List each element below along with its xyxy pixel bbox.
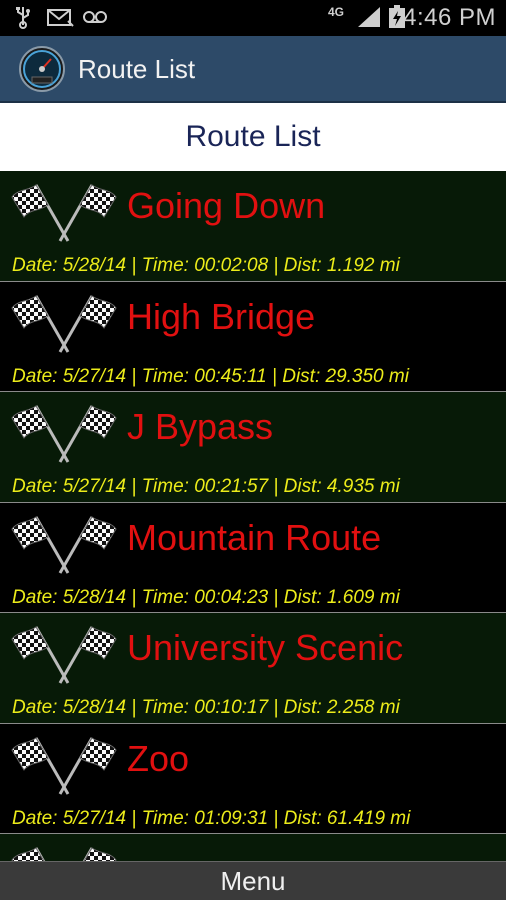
network-4g-icon: 4G (328, 5, 345, 19)
route-meta: Date: 5/28/14 | Time: 00:10:17 | Dist: 2… (12, 697, 400, 718)
route-list[interactable]: Going Down Date: 5/28/14 | Time: 00:02:0… (0, 171, 506, 861)
route-name: Mountain Route (127, 516, 382, 558)
list-item[interactable]: J Bypass Date: 5/27/14 | Time: 00:21:57 … (0, 392, 506, 503)
checkered-flags-icon (10, 513, 118, 575)
route-meta: Date: 5/28/14 | Time: 00:04:23 | Dist: 1… (12, 586, 400, 608)
status-time: 4:46 PM (403, 4, 496, 31)
checkered-flags-icon (10, 734, 118, 796)
route-name: J Bypass (127, 406, 274, 447)
route-meta: Date: 5/27/14 | Time: 01:09:31 | Dist: 6… (12, 807, 411, 829)
route-meta: Date: 5/27/14 | Time: 00:45:11 | Dist: 2… (12, 365, 409, 387)
route-name: Zoo (127, 737, 190, 779)
menu-button[interactable]: Menu (0, 861, 506, 900)
usb-icon (16, 7, 30, 29)
checkered-flags-icon (10, 402, 118, 464)
action-bar: Route List (0, 36, 506, 103)
list-header: Route List (0, 103, 506, 171)
checkered-flags-icon (10, 181, 118, 243)
list-item[interactable]: Mountain Route Date: 5/28/14 | Time: 00:… (0, 502, 506, 613)
route-name: University Scenic (127, 627, 404, 668)
signal-icon (358, 7, 380, 27)
list-item[interactable]: University Scenic Date: 5/28/14 | Time: … (0, 613, 506, 724)
menu-label: Menu (220, 866, 286, 896)
list-item[interactable]: Going Down Date: 5/28/14 | Time: 00:02:0… (0, 171, 506, 282)
list-item[interactable]: Zoo Date: 5/27/14 | Time: 01:09:31 | Dis… (0, 723, 506, 834)
route-name: Going Down (127, 185, 326, 226)
status-bar: 4G 4:46 PM (0, 0, 506, 36)
speedometer-icon[interactable] (18, 45, 66, 93)
app-title: Route List (78, 54, 196, 84)
checkered-flags-icon (10, 623, 118, 685)
route-meta: Date: 5/27/14 | Time: 00:21:57 | Dist: 4… (12, 476, 400, 497)
route-name: High Bridge (127, 295, 316, 337)
list-item[interactable]: High Bridge Date: 5/27/14 | Time: 00:45:… (0, 281, 506, 392)
route-meta: Date: 5/28/14 | Time: 00:02:08 | Dist: 1… (12, 255, 400, 276)
checkered-flags-icon (10, 292, 118, 354)
list-item[interactable] (0, 834, 506, 861)
list-header-title: Route List (185, 120, 321, 153)
voicemail-icon (83, 11, 107, 23)
mail-icon (47, 9, 74, 27)
checkered-flags-icon (10, 844, 118, 861)
